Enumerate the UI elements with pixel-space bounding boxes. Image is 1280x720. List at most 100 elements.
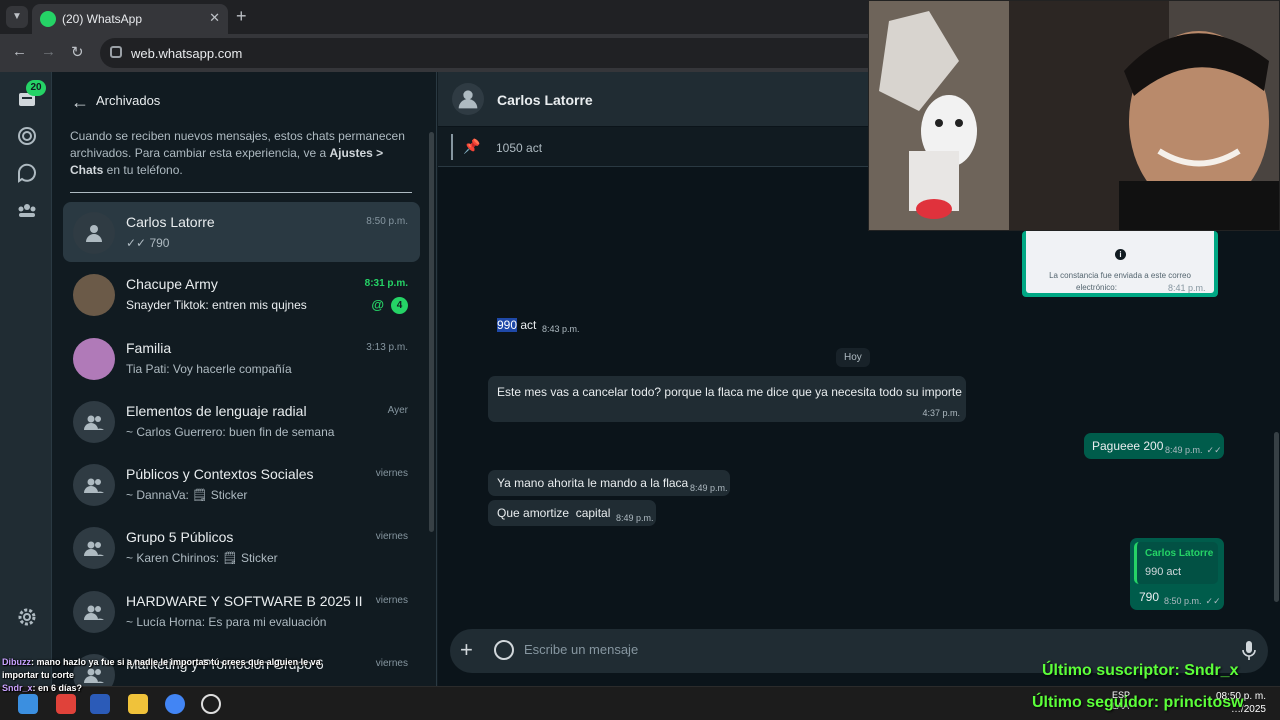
- receipt-text-line: electrónico:: [1076, 283, 1117, 292]
- chat-item-hardware-software[interactable]: HARDWARE Y SOFTWARE B 2025 II viernes ~ …: [63, 581, 420, 641]
- stream-chat-line: Sndr_x: en 6 días?: [2, 682, 342, 695]
- microphone-icon[interactable]: [1242, 640, 1256, 662]
- back-icon[interactable]: ←: [12, 43, 27, 60]
- chat-name: Carlos Latorre: [126, 214, 215, 230]
- latest-follower-overlay: Último seguidor: princitosw: [1032, 694, 1244, 711]
- message-text: 790: [1139, 590, 1160, 604]
- quoted-text: 990 act: [1145, 566, 1182, 578]
- webcam-overlay: [868, 0, 1280, 231]
- tab-search-button[interactable]: ▼: [6, 6, 28, 28]
- contact-name: Carlos Latorre: [497, 92, 593, 108]
- channels-icon[interactable]: [16, 162, 38, 184]
- chat-name: Públicos y Contextos Sociales: [126, 466, 314, 482]
- browser-tab[interactable]: (20) WhatsApp ✕: [32, 4, 228, 34]
- message-bubble-outgoing[interactable]: Pagueee 200 8:49 p.m. ✓✓: [1084, 433, 1224, 459]
- message-time: 8:49 p.m.: [690, 483, 728, 493]
- double-check-icon: ✓✓: [1205, 596, 1221, 606]
- quoted-message[interactable]: Carlos Latorre 990 act: [1134, 542, 1218, 584]
- message-bubble-incoming[interactable]: Ya mano ahorita le mando a la flaca 8:49…: [488, 470, 730, 496]
- status-icon[interactable]: [16, 125, 38, 147]
- avatar: [73, 338, 115, 380]
- stream-chat-line: Dibuzz: mano hazlo ya fue si a nadie le …: [2, 656, 342, 682]
- message-text: Este mes vas a cancelar todo? porque la …: [497, 385, 962, 399]
- file-explorer-icon[interactable]: [128, 694, 148, 714]
- receipt-image-message[interactable]: i La constancia fue enviada a este corre…: [1022, 231, 1218, 297]
- message-bubble[interactable]: 990 act 8:43 p.m.: [490, 312, 590, 338]
- chat-item-chacupe-army[interactable]: Chacupe Army 8:31 p.m. Snayder Tiktok: e…: [63, 264, 420, 324]
- message-bubble-outgoing-reply[interactable]: Carlos Latorre 990 act 790 8:50 p.m. ✓✓: [1130, 538, 1224, 610]
- avatar[interactable]: [452, 83, 484, 115]
- webcam-feed-image: [869, 1, 1279, 230]
- archived-info-suffix: en tu teléfono.: [103, 163, 183, 177]
- unread-count-badge: 4: [391, 297, 408, 314]
- obs-icon[interactable]: [201, 694, 221, 714]
- group-icon: [84, 415, 104, 430]
- person-icon: [86, 225, 102, 242]
- avatar: [73, 401, 115, 443]
- avatar: [73, 464, 115, 506]
- receipt-text-line: La constancia fue enviada a este correo: [1049, 271, 1191, 280]
- archived-chats-pane: ← Archivados Cuando se reciben nuevos me…: [53, 72, 437, 686]
- message-text: act: [517, 318, 537, 332]
- chat-item-carlos-latorre[interactable]: Carlos Latorre 8:50 p.m. ✓✓ 790: [63, 202, 420, 262]
- message-bubble-incoming[interactable]: Que amortize capital 8:49 p.m.: [488, 500, 656, 526]
- message-time: 8:49 p.m.: [616, 513, 654, 523]
- chat-item-grupo-5-publicos[interactable]: Grupo 5 Públicos viernes ~ Karen Chirino…: [63, 517, 420, 577]
- forward-icon[interactable]: →: [41, 43, 56, 60]
- chat-name: Familia: [126, 340, 172, 356]
- chat-item-familia[interactable]: Familia 3:13 p.m. Tia Pati: Voy hacerle …: [63, 328, 420, 388]
- whatsapp-favicon-icon: [40, 11, 56, 27]
- chat-preview: ✓✓ 790: [126, 236, 170, 250]
- chat-time: viernes: [375, 595, 408, 606]
- tab-title: (20) WhatsApp: [62, 12, 143, 26]
- quoted-author: Carlos Latorre: [1145, 548, 1214, 559]
- chat-message: : en 6 días?: [32, 683, 83, 693]
- message-bubble-incoming[interactable]: Este mes vas a cancelar todo? porque la …: [488, 376, 966, 422]
- word-icon[interactable]: [90, 694, 110, 714]
- url-text: web.whatsapp.com: [131, 46, 243, 61]
- conversation-scrollbar[interactable]: [1274, 432, 1279, 602]
- reload-icon[interactable]: ↻: [71, 43, 84, 61]
- divider: [70, 192, 412, 193]
- chat-time: viernes: [375, 658, 408, 669]
- communities-icon[interactable]: [16, 199, 38, 221]
- avatar: [73, 274, 115, 316]
- new-tab-button[interactable]: +: [236, 6, 247, 27]
- stream-chat-overlay: Dibuzz: mano hazlo ya fue si a nadie le …: [2, 656, 342, 695]
- group-icon: [84, 478, 104, 493]
- pinned-indicator: [451, 134, 453, 160]
- info-icon: i: [1115, 249, 1126, 260]
- chat-time: Ayer: [387, 405, 408, 416]
- chat-preview: Snayder Tiktok: entren mis qujnes: [126, 298, 307, 312]
- chat-name: HARDWARE Y SOFTWARE B 2025 II: [126, 593, 363, 609]
- back-arrow-icon[interactable]: ←: [71, 92, 89, 113]
- chat-name: Elementos de lenguaje radial: [126, 403, 307, 419]
- chrome-icon[interactable]: [165, 694, 185, 714]
- close-tab-icon[interactable]: ✕: [209, 10, 220, 26]
- message-time: 8:43 p.m.: [542, 324, 580, 334]
- emoji-icon[interactable]: [494, 640, 514, 660]
- message-text: Pagueee 200: [1092, 439, 1164, 453]
- message-input[interactable]: [524, 642, 1124, 657]
- chat-preview: ~ DannaVa: 🗒 Sticker: [126, 488, 248, 502]
- message-time: 8:50 p.m.: [1164, 596, 1202, 606]
- brave-browser-icon[interactable]: [56, 694, 76, 714]
- pin-icon: 📌: [463, 138, 481, 154]
- attach-plus-icon[interactable]: +: [460, 637, 473, 663]
- chat-list-scrollbar[interactable]: [429, 132, 434, 532]
- chat-preview: ~ Lucía Horna: Es para mi evaluación: [126, 615, 327, 629]
- chat-time: 8:31 p.m.: [364, 278, 408, 289]
- chat-item-elementos-lenguaje-radial[interactable]: Elementos de lenguaje radial Ayer ~ Carl…: [63, 391, 420, 451]
- archived-title: Archivados: [96, 93, 161, 108]
- chat-message: : mano hazlo ya fue si a nadie le import…: [2, 657, 321, 680]
- nav-rail: 20: [0, 72, 52, 686]
- start-windows-icon[interactable]: [18, 694, 38, 714]
- settings-gear-icon[interactable]: [16, 606, 38, 628]
- avatar: [73, 591, 115, 633]
- mention-icon: @: [371, 297, 384, 312]
- pinned-text: 1050 act: [496, 141, 543, 155]
- site-info-icon[interactable]: [110, 46, 122, 58]
- archived-info-text: Cuando se reciben nuevos mensajes, estos…: [70, 128, 410, 179]
- chat-time: 8:50 p.m.: [366, 216, 408, 227]
- chat-item-publicos-contextos[interactable]: Públicos y Contextos Sociales viernes ~ …: [63, 454, 420, 514]
